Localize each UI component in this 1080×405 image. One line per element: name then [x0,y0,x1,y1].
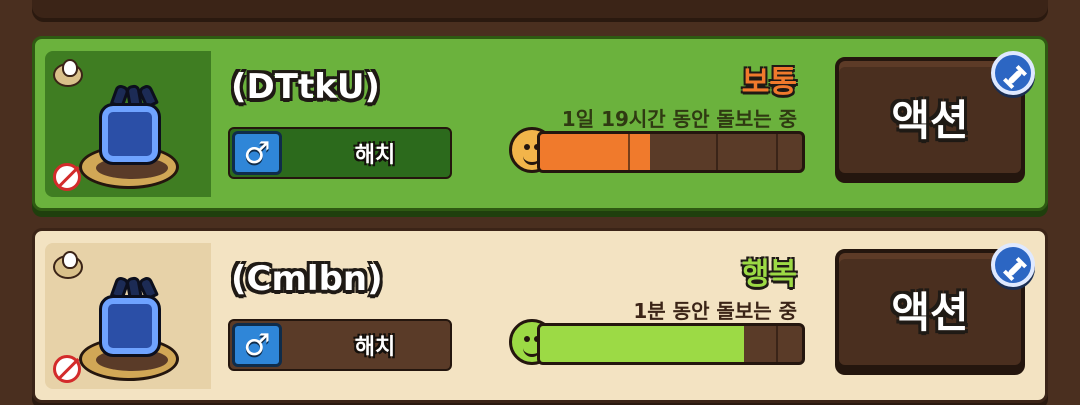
gender-status-box: ♂ 해치 [228,319,452,371]
wrench-badge-icon[interactable] [991,51,1035,95]
care-progress-bar [537,323,805,365]
bar-segment [628,134,630,170]
care-progress-fill [540,326,745,362]
male-icon: ♂ [232,131,282,175]
face-eye [524,144,530,150]
bar-segment [776,326,778,362]
egg-icon [53,251,83,279]
no-pet-icon [53,163,81,191]
pet-sprite [69,275,189,387]
pet-sprite [69,83,189,195]
care-progress-bar [537,131,805,173]
pet-card-2[interactable]: (Cmlbn) ♂ 해치 행복 1분 동안 돌보는 중 액션 [32,228,1048,403]
no-pet-icon [53,355,81,383]
wrench-badge-icon[interactable] [991,243,1035,287]
pet-name: (Cmlbn) [231,259,383,299]
hatch-status: 해치 [354,335,396,360]
bar-segment [716,134,718,170]
male-icon: ♂ [232,323,282,367]
previous-card-edge [32,0,1048,22]
pet-portrait [45,51,211,197]
pet-body [99,295,161,357]
face-eye [524,336,530,342]
pet-portrait [45,243,211,389]
care-duration: 1일 19시간 동안 돌보는 중 [561,107,797,131]
pet-body [99,103,161,165]
care-duration: 1분 동안 돌보는 중 [633,299,797,323]
mood-label: 행복 [741,257,797,292]
gender-status-box: ♂ 해치 [228,127,452,179]
pet-card-1[interactable]: (DTtkU) ♂ 해치 보통 1일 19시간 동안 돌보는 중 액션 [32,36,1048,211]
care-progress-fill [540,134,651,170]
bar-segment [776,134,778,170]
egg-icon [53,59,83,87]
mood-label: 보통 [741,65,797,100]
hatch-status: 해치 [354,143,396,168]
pet-name: (DTtkU) [231,67,380,107]
